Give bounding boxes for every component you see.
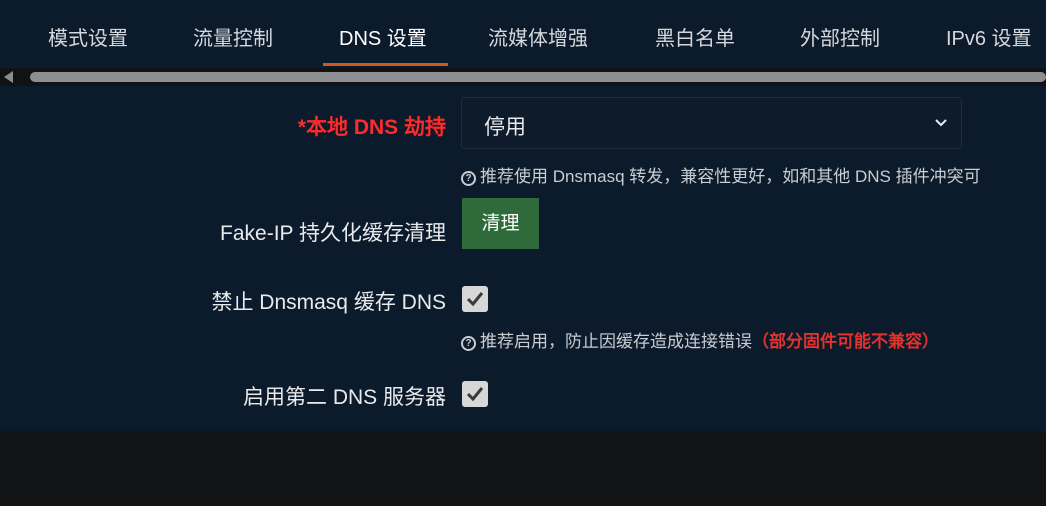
- dns-hijack-select[interactable]: 停用: [461, 97, 962, 149]
- second-dns-checkbox[interactable]: [462, 381, 488, 407]
- scroll-thumb[interactable]: [30, 72, 1046, 82]
- clear-cache-button[interactable]: 清理: [462, 198, 539, 249]
- tab-traffic-control[interactable]: 流量控制: [193, 24, 273, 54]
- chevron-down-icon: [935, 119, 947, 127]
- dns-hijack-help-text: 推荐使用 Dnsmasq 转发，兼容性更好，如和其他 DNS 插件冲突可: [480, 167, 981, 186]
- tab-mode-settings[interactable]: 模式设置: [48, 24, 128, 54]
- checkmark-icon: [466, 387, 484, 402]
- fakeip-cache-label: Fake-IP 持久化缓存清理: [220, 222, 446, 245]
- tab-streaming-enhance[interactable]: 流媒体增强: [488, 24, 588, 54]
- settings-panel: 模式设置 流量控制 DNS 设置 流媒体增强 黑白名单 外部控制 IPv6 设置…: [0, 0, 1046, 431]
- dns-hijack-help: ? 推荐使用 Dnsmasq 转发，兼容性更好，如和其他 DNS 插件冲突可: [461, 162, 981, 187]
- dnsmasq-cache-help: ? 推荐启用，防止因缓存造成连接错误（部分固件可能不兼容）: [461, 327, 939, 352]
- dnsmasq-cache-help-text: 推荐启用，防止因缓存造成连接错误: [480, 332, 752, 351]
- tab-external-control[interactable]: 外部控制: [800, 24, 880, 54]
- checkmark-icon: [466, 292, 484, 307]
- tab-black-white-list[interactable]: 黑白名单: [655, 24, 735, 54]
- scroll-left-icon[interactable]: [4, 71, 13, 83]
- dns-hijack-label: *本地 DNS 劫持: [297, 116, 446, 139]
- tab-dns-settings[interactable]: DNS 设置: [339, 24, 427, 54]
- help-icon: ?: [461, 336, 476, 351]
- dnsmasq-cache-checkbox[interactable]: [462, 286, 488, 312]
- dnsmasq-cache-label: 禁止 Dnsmasq 缓存 DNS: [211, 291, 446, 314]
- second-dns-label: 启用第二 DNS 服务器: [242, 386, 446, 409]
- horizontal-scrollbar[interactable]: [0, 68, 1046, 86]
- active-tab-indicator: [323, 63, 448, 66]
- page-footer-area: [0, 431, 1046, 506]
- dns-hijack-value: 停用: [484, 116, 526, 139]
- tab-ipv6-settings[interactable]: IPv6 设置: [946, 24, 1032, 54]
- compatibility-warning: （部分固件可能不兼容）: [752, 332, 939, 351]
- tab-bar: 模式设置 流量控制 DNS 设置 流媒体增强 黑白名单 外部控制 IPv6 设置: [0, 0, 1046, 68]
- help-icon: ?: [461, 171, 476, 186]
